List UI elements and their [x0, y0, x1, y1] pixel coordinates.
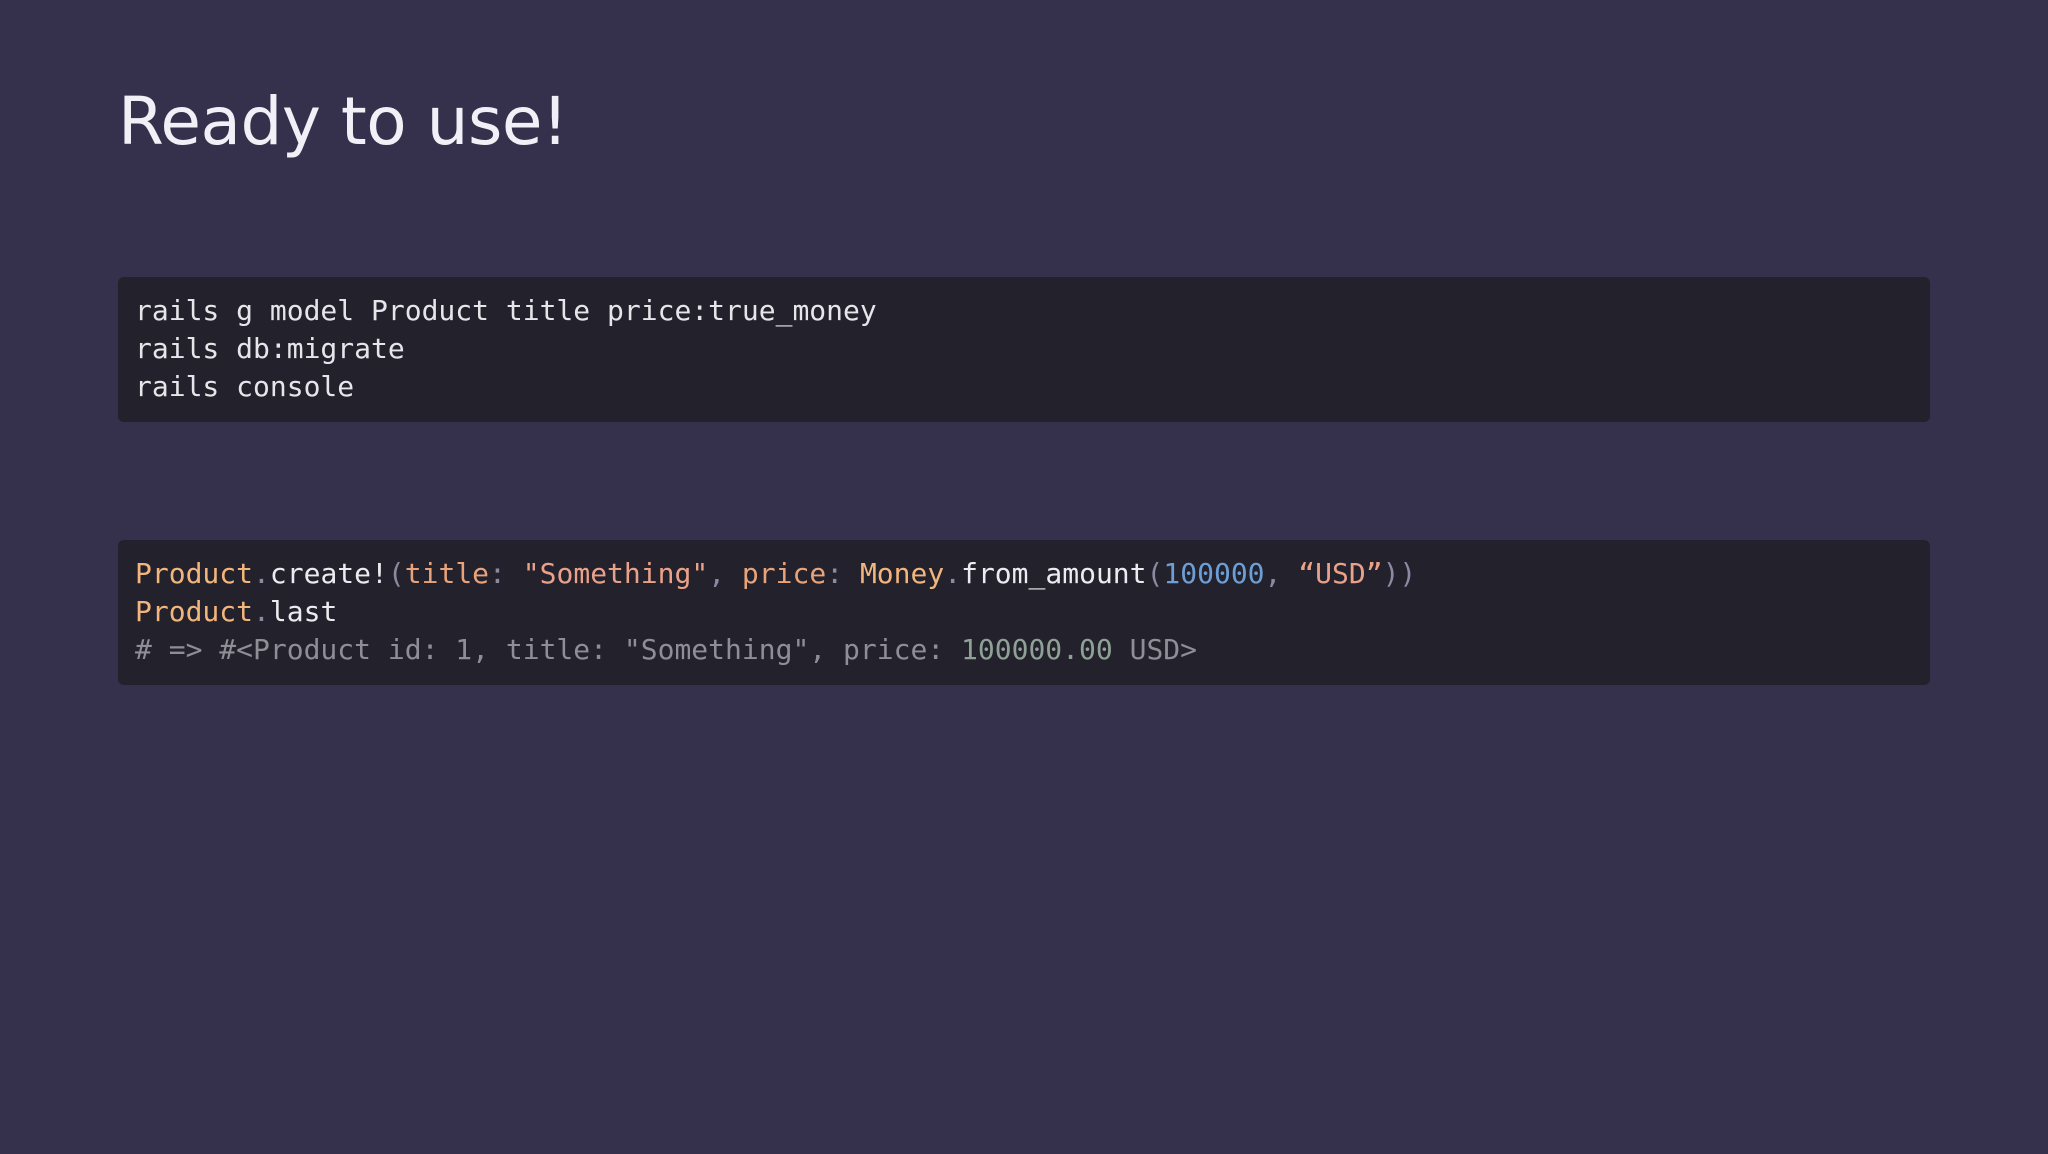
code-line-rails-console: rails console	[135, 370, 355, 403]
token-constant-product: Product	[135, 595, 254, 628]
token-comma: ,	[708, 557, 742, 590]
token-comment-value: 100000.00	[961, 633, 1113, 666]
token-method-create: create!	[269, 557, 388, 590]
token-key-price: price	[741, 557, 827, 590]
code-line-product-create: Product.create!(title: "Something", pric…	[135, 555, 1930, 593]
token-dot: .	[944, 557, 962, 590]
token-dot: .	[253, 557, 270, 590]
token-colon: :	[826, 557, 860, 590]
token-key-title: title	[404, 557, 490, 590]
code-line-generate-model: rails g model Product title price:true_m…	[135, 294, 877, 327]
token-method-last: last	[269, 595, 338, 628]
token-method-from-amount: from_amount	[961, 557, 1147, 590]
token-colon: :	[489, 557, 523, 590]
token-comma: ,	[1264, 557, 1299, 590]
token-dot: .	[253, 595, 270, 628]
token-comment-suffix: USD>	[1112, 633, 1198, 666]
token-paren-open: (	[1146, 557, 1164, 590]
code-line-result-comment: # => #<Product id: 1, title: "Something"…	[135, 631, 1930, 669]
slide-title: Ready to use!	[118, 83, 568, 160]
code-line-db-migrate: rails db:migrate	[135, 332, 405, 365]
token-paren-close: ))	[1382, 557, 1417, 590]
token-number-amount: 100000	[1163, 557, 1265, 590]
token-paren-open: (	[387, 557, 405, 590]
shell-code-block: rails g model Product title price:true_m…	[118, 277, 1930, 422]
token-comment-prefix: # => #<Product id: 1, title: "Something"…	[135, 633, 962, 666]
ruby-code-block: Product.create!(title: "Something", pric…	[118, 540, 1930, 685]
token-constant-money: Money	[859, 557, 945, 590]
token-string-something: "Something"	[522, 557, 709, 590]
token-string-usd: “USD”	[1298, 557, 1383, 590]
code-line-product-last: Product.last	[135, 593, 1930, 631]
token-constant-product: Product	[135, 557, 254, 590]
